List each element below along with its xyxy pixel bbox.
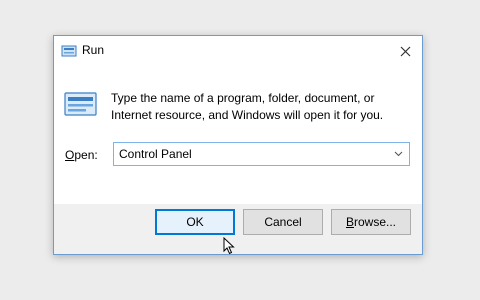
open-combobox[interactable]	[113, 142, 410, 166]
mouse-cursor-icon	[223, 237, 235, 255]
close-button[interactable]	[388, 36, 422, 66]
browse-accesskey: B	[345, 215, 354, 229]
title-bar[interactable]: Run	[54, 36, 422, 66]
open-input[interactable]	[114, 143, 389, 165]
window-title: Run	[82, 43, 105, 57]
run-icon	[64, 92, 97, 116]
run-icon	[61, 45, 77, 57]
close-icon	[400, 46, 410, 56]
button-bar: OK Cancel Browse...	[54, 204, 422, 254]
dialog-body: Type the name of a program, folder, docu…	[54, 66, 422, 204]
description-text: Type the name of a program, folder, docu…	[111, 91, 384, 122]
open-label-text: pen:	[74, 148, 98, 162]
browse-button-label: rowse...	[354, 215, 397, 229]
cancel-button-label: Cancel	[264, 215, 302, 229]
open-label: Open:	[65, 148, 98, 162]
ok-button[interactable]: OK	[155, 209, 235, 235]
chevron-down-icon	[394, 151, 402, 157]
open-label-accesskey: O	[65, 148, 75, 162]
ok-button-label: OK	[186, 215, 204, 229]
browse-button[interactable]: Browse...	[331, 209, 411, 235]
dropdown-button[interactable]	[387, 143, 409, 165]
run-dialog: Run Type the name of a program, folder, …	[53, 35, 423, 255]
cancel-button[interactable]: Cancel	[243, 209, 323, 235]
